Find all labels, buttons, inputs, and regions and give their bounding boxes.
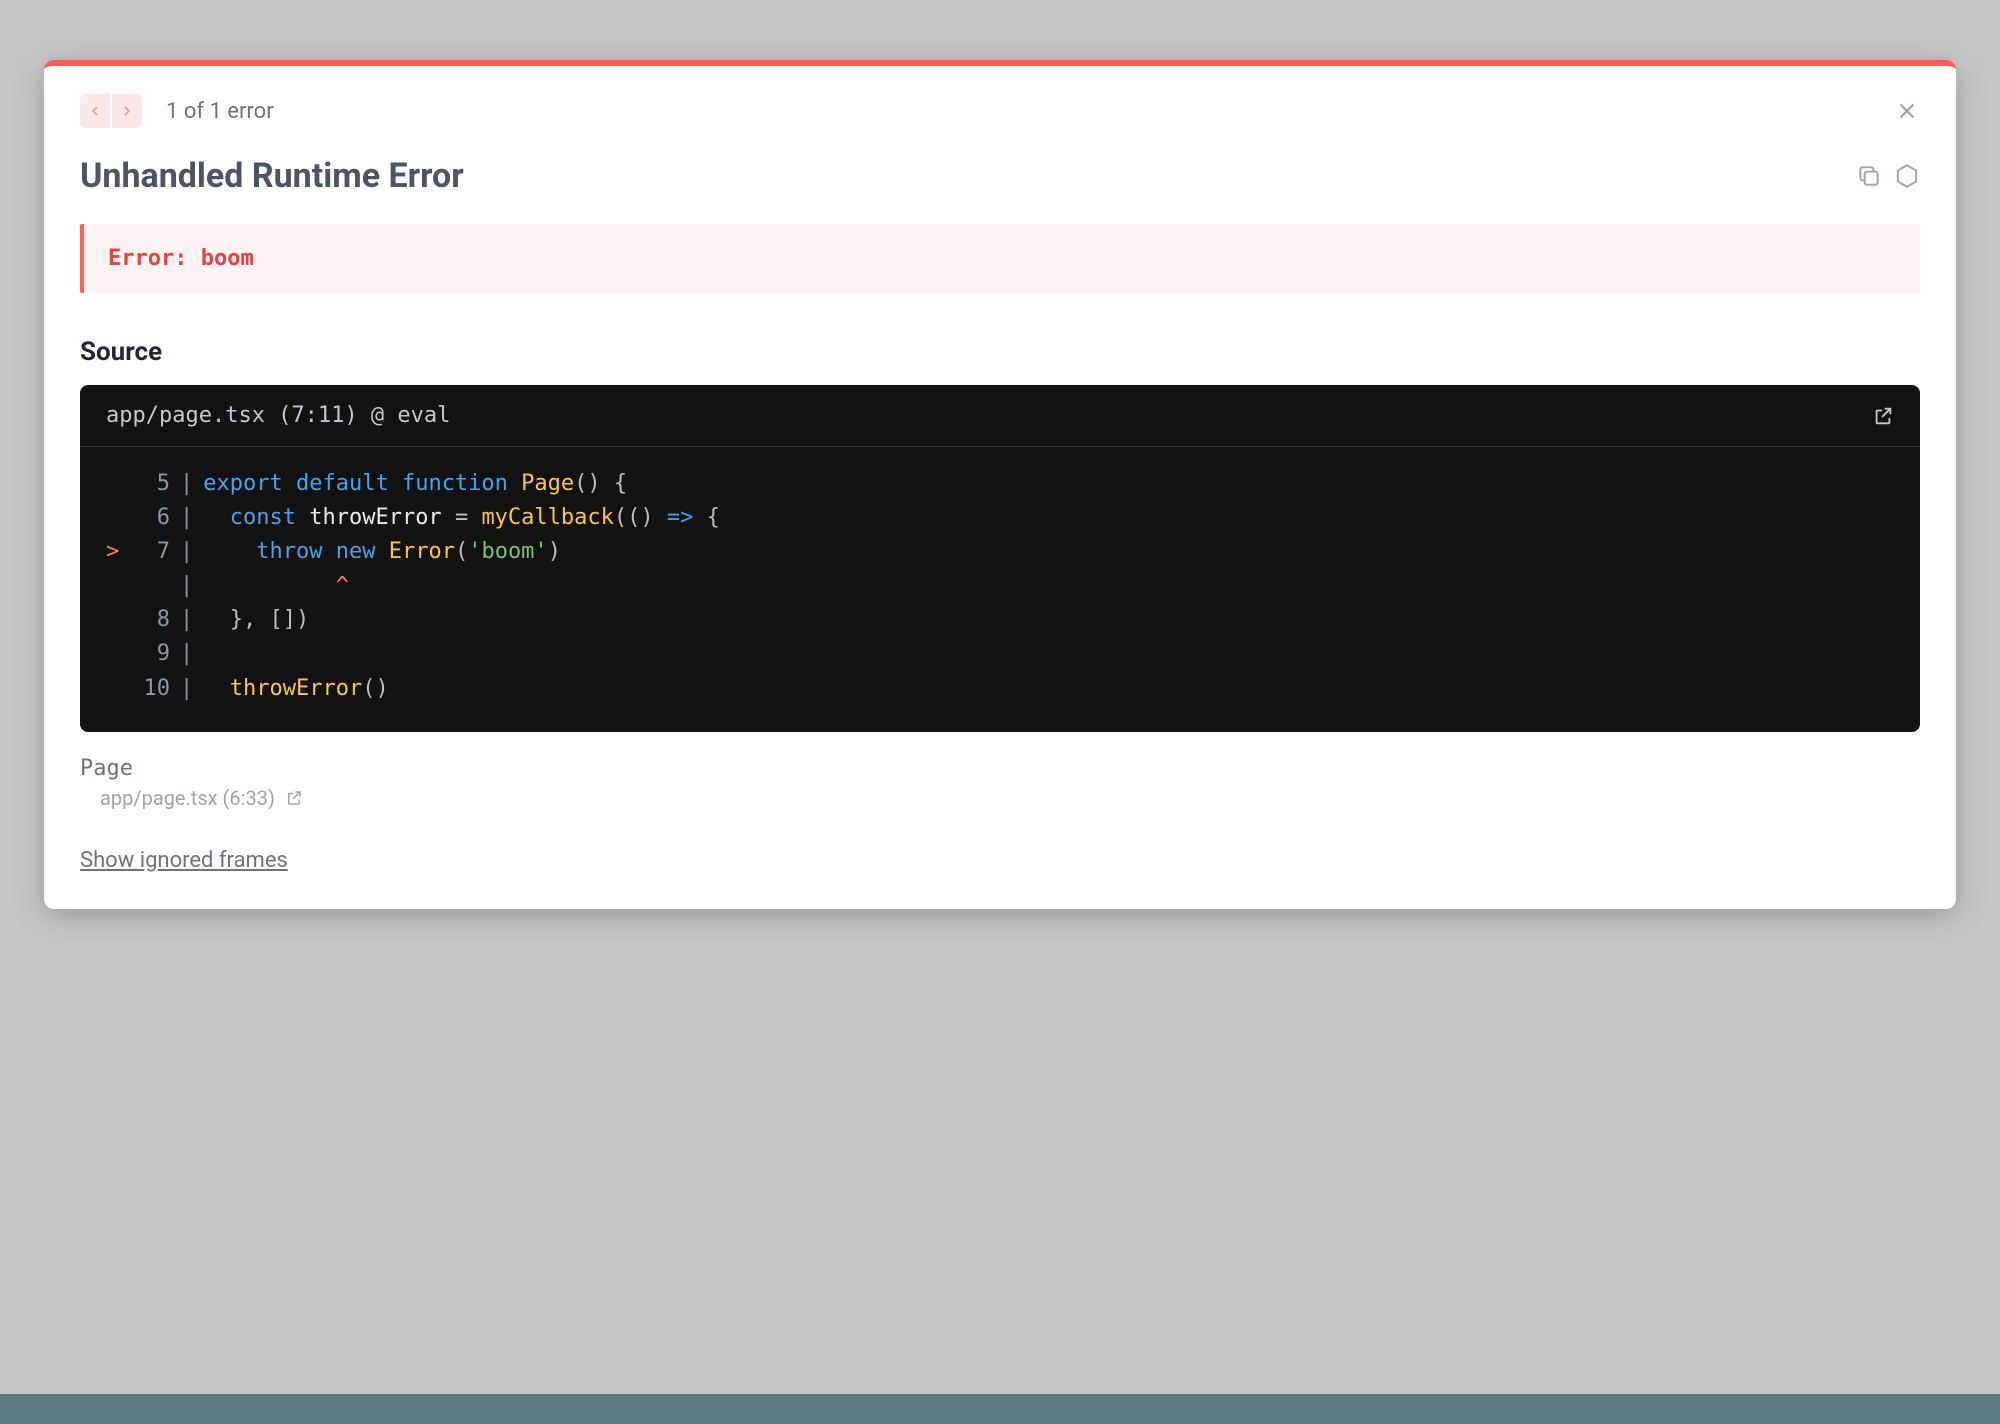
code-line: 5 | export default function Page() {	[106, 467, 1894, 501]
error-overlay-card: 1 of 1 error Unhandled Runtime Error Err…	[44, 60, 1956, 909]
line-number: 7	[128, 535, 170, 569]
line-number: 8	[128, 603, 170, 637]
error-counter: 1 of 1 error	[166, 99, 274, 124]
gutter-mark	[106, 467, 128, 501]
code-line: 6 | const throwError = myCallback(() => {	[106, 501, 1894, 535]
nodejs-button[interactable]	[1894, 163, 1920, 189]
code-line: 8 | }, [])	[106, 603, 1894, 637]
code-line: >7 | throw new Error('boom')	[106, 535, 1894, 569]
close-button[interactable]	[1894, 98, 1920, 124]
error-message-banner: Error: boom	[80, 224, 1920, 293]
error-title: Unhandled Runtime Error	[80, 156, 464, 196]
copy-icon	[1856, 163, 1882, 189]
open-in-editor-button[interactable]	[1872, 405, 1894, 427]
gutter-pipe: |	[180, 535, 193, 569]
source-heading: Source	[80, 337, 1920, 367]
open-frame-button[interactable]	[285, 789, 303, 807]
line-number: 10	[128, 672, 170, 706]
line-content: }, [])	[203, 603, 309, 637]
gutter-mark	[106, 603, 128, 637]
gutter-mark	[106, 637, 128, 671]
stack-frame-location: app/page.tsx (6:33)	[100, 786, 1920, 810]
gutter-pipe: |	[180, 569, 193, 603]
nav-row: 1 of 1 error	[80, 94, 1920, 128]
copy-button[interactable]	[1856, 163, 1882, 189]
gutter-pipe: |	[180, 501, 193, 535]
arrow-left-icon	[87, 103, 103, 119]
stack-frame-name: Page	[80, 756, 1920, 781]
gutter-mark: >	[106, 535, 128, 569]
line-number: 9	[128, 637, 170, 671]
external-link-icon	[285, 789, 303, 807]
line-number: 5	[128, 467, 170, 501]
source-code-block: app/page.tsx (7:11) @ eval 5 | export defa…	[80, 385, 1920, 732]
line-content: throwError()	[203, 672, 388, 706]
code-body: 5 | export default function Page() { 6 | co…	[80, 447, 1920, 732]
code-line: 10 | throwError()	[106, 672, 1894, 706]
line-content: ^	[203, 569, 349, 603]
code-location: app/page.tsx (7:11) @ eval	[106, 403, 450, 428]
stack-frame-location-text: app/page.tsx (6:33)	[100, 786, 275, 810]
code-header: app/page.tsx (7:11) @ eval	[80, 385, 1920, 447]
title-icons	[1856, 163, 1920, 189]
next-error-button[interactable]	[112, 94, 142, 128]
code-line: 9|	[106, 637, 1894, 671]
external-link-icon	[1872, 405, 1894, 427]
arrow-right-icon	[119, 103, 135, 119]
line-number: 6	[128, 501, 170, 535]
gutter-pipe: |	[180, 603, 193, 637]
gutter-pipe: |	[180, 637, 193, 671]
code-line: | ^	[106, 569, 1894, 603]
gutter-pipe: |	[180, 467, 193, 501]
show-ignored-frames-link[interactable]: Show ignored frames	[80, 848, 288, 873]
line-number	[128, 569, 170, 603]
gutter-mark	[106, 672, 128, 706]
gutter-mark	[106, 569, 128, 603]
title-row: Unhandled Runtime Error	[80, 156, 1920, 196]
line-content: const throwError = myCallback(() => {	[203, 501, 720, 535]
bottom-bar	[0, 1394, 2000, 1424]
prev-error-button[interactable]	[80, 94, 110, 128]
close-icon	[1894, 98, 1920, 124]
error-nav-buttons	[80, 94, 142, 128]
nodejs-icon	[1894, 163, 1920, 189]
gutter-pipe: |	[180, 672, 193, 706]
line-content: throw new Error('boom')	[203, 535, 561, 569]
gutter-mark	[106, 501, 128, 535]
line-content: export default function Page() {	[203, 467, 627, 501]
